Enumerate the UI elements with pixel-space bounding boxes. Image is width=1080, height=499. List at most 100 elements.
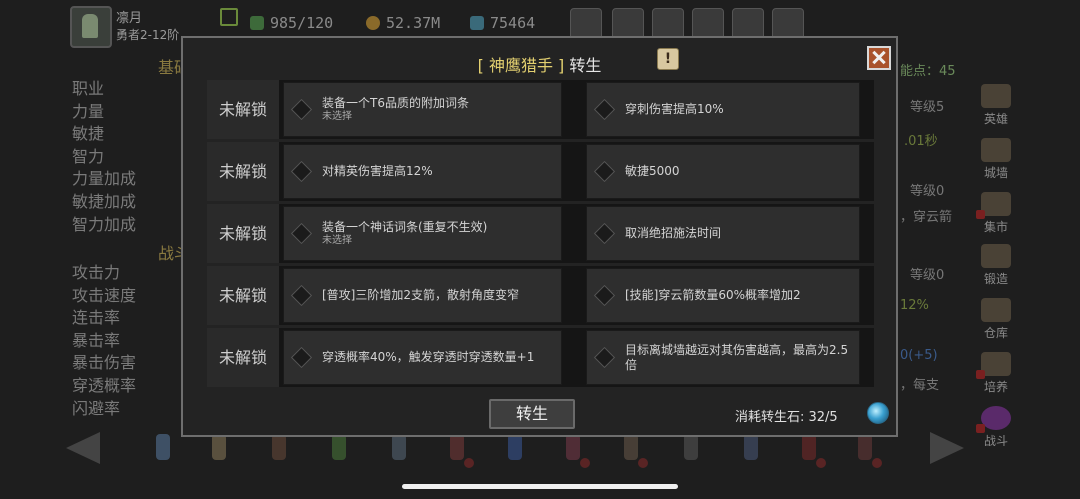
player-name: 凛月	[116, 11, 143, 26]
edit-icon[interactable]	[220, 8, 238, 26]
stat-label: 敏捷	[72, 124, 105, 144]
option-text: 装备一个神话词条(重复不生效)	[322, 220, 488, 234]
portal-icon	[981, 406, 1011, 430]
side-button-market[interactable]: 集市	[976, 192, 1016, 238]
option-text: 取消绝招施法时间	[625, 226, 722, 240]
option-subtext: 未选择	[322, 235, 352, 246]
right-info-text: ，穿云箭	[900, 210, 953, 225]
rebirth-option[interactable]: 装备一个T6品质的附加词条 未选择	[283, 82, 562, 137]
diamond-icon	[593, 160, 616, 183]
player-avatar[interactable]	[70, 6, 112, 48]
training-icon	[981, 352, 1011, 376]
alert-icon	[464, 458, 474, 468]
stat-label: 闪避率	[72, 398, 121, 418]
dialog-title: [ 神鹰猎手 ] 转生	[477, 56, 602, 75]
option-text: 敏捷5000	[625, 164, 680, 178]
locked-label: 未解锁	[207, 80, 279, 139]
rebirth-option[interactable]: 穿透概率40%，触发穿透时穿透数量+1	[283, 330, 562, 385]
right-info-text: 0(+5)	[900, 348, 938, 363]
diamond-icon	[290, 346, 313, 369]
rebirth-options-list: 未解锁 装备一个T6品质的附加词条 未选择 穿刺伤害提高10% 未解锁 对精英伤害…	[207, 80, 874, 390]
locked-label: 未解锁	[207, 328, 279, 387]
rebirth-option[interactable]: [技能]穿云箭数量60%概率增加2	[586, 268, 860, 323]
side-button-train[interactable]: 培养	[976, 352, 1016, 398]
market-icon	[981, 192, 1011, 216]
chest-icon	[981, 298, 1011, 322]
diamond-icon	[290, 98, 313, 121]
option-text: 对精英伤害提高12%	[322, 164, 433, 178]
stat-label: 攻击速度	[72, 285, 137, 305]
class-name: 神鹰猎手	[488, 56, 553, 75]
alert-icon	[638, 458, 648, 468]
side-button-hero[interactable]: 英雄	[976, 84, 1016, 130]
rebirth-option[interactable]: 穿刺伤害提高10%	[586, 82, 860, 137]
rebirth-stone-cost: 消耗转生石: 32/5	[735, 410, 838, 425]
hero-portrait[interactable]	[146, 428, 180, 468]
diamond-icon	[593, 98, 616, 121]
option-text: [普攻]三阶增加2支箭，散射角度变窄	[322, 288, 519, 302]
rebirth-option[interactable]: [普攻]三阶增加2支箭，散射角度变窄	[283, 268, 562, 323]
side-button-storage[interactable]: 仓库	[976, 298, 1016, 344]
right-info-text: 等级5	[910, 100, 945, 115]
rebirth-option[interactable]: 装备一个神话词条(重复不生效) 未选择	[283, 206, 562, 261]
stat-label: 连击率	[72, 308, 121, 328]
right-info-text: .01秒	[904, 134, 938, 149]
stat-label: 智力	[72, 146, 105, 166]
rebirth-row: 未解锁 装备一个T6品质的附加词条 未选择 穿刺伤害提高10%	[207, 80, 874, 139]
energy-icon	[250, 16, 264, 30]
locked-label: 未解锁	[207, 204, 279, 263]
option-text: 目标离城墙越远对其伤害越高，最高为2.5倍	[625, 342, 849, 372]
gem-icon	[470, 16, 484, 30]
rebirth-option[interactable]: 取消绝招施法时间	[586, 206, 860, 261]
alert-icon	[816, 458, 826, 468]
locked-label: 未解锁	[207, 266, 279, 325]
alert-badge	[976, 424, 985, 433]
rebirth-row: 未解锁 [普攻]三阶增加2支箭，散射角度变窄 [技能]穿云箭数量60%概率增加2	[207, 266, 874, 325]
option-text: 穿刺伤害提高10%	[625, 102, 724, 116]
energy-counter: 985/120	[250, 14, 333, 32]
diamond-icon	[593, 284, 616, 307]
combat-stats-list: 攻击力 攻击速度 连击率 暴击率 暴击伤害 穿透概率 闪避率	[72, 262, 136, 420]
arrow-right-icon[interactable]	[930, 432, 964, 464]
gold-counter: 52.37M	[366, 14, 440, 32]
diamond-icon	[290, 222, 313, 245]
alert-icon	[580, 458, 590, 468]
diamond-icon	[593, 346, 616, 369]
side-button-wall[interactable]: 城墙	[976, 138, 1016, 184]
stat-label: 敏捷加成	[72, 191, 137, 211]
right-info-text: 等级0	[910, 184, 945, 199]
stat-label: 攻击力	[72, 263, 121, 282]
locked-label: 未解锁	[207, 142, 279, 201]
right-info-text: ，每支	[900, 378, 940, 393]
option-text: 装备一个T6品质的附加词条	[322, 96, 469, 110]
side-button-battle[interactable]: 战斗	[976, 406, 1016, 452]
option-text: [技能]穿云箭数量60%概率增加2	[625, 288, 801, 302]
rebirth-row: 未解锁 穿透概率40%，触发穿透时穿透数量+1 目标离城墙越远对其伤害越高，最高…	[207, 328, 874, 387]
close-button[interactable]	[867, 46, 891, 70]
gem-counter: 75464	[470, 14, 535, 32]
stat-label: 力量	[72, 101, 105, 121]
diamond-icon	[290, 284, 313, 307]
gold-coin-icon	[366, 16, 380, 30]
arrow-left-icon[interactable]	[66, 432, 100, 464]
stat-label: 职业	[72, 79, 105, 98]
alert-icon	[872, 458, 882, 468]
rebirth-button[interactable]: 转生	[489, 399, 575, 429]
option-subtext: 未选择	[322, 111, 352, 122]
alert-badge	[976, 370, 985, 379]
side-button-forge[interactable]: 锻造	[976, 244, 1016, 290]
info-icon[interactable]: !	[657, 48, 679, 70]
rebirth-option[interactable]: 目标离城墙越远对其伤害越高，最高为2.5倍	[586, 330, 860, 385]
diamond-icon	[593, 222, 616, 245]
rebirth-option[interactable]: 对精英伤害提高12%	[283, 144, 562, 199]
player-rank: 勇者2-12阶	[116, 28, 180, 42]
home-indicator[interactable]	[402, 484, 678, 489]
option-text: 穿透概率40%，触发穿透时穿透数量+1	[322, 350, 535, 364]
anvil-icon	[981, 244, 1011, 268]
rebirth-option[interactable]: 敏捷5000	[586, 144, 860, 199]
title-suffix: 转生	[569, 56, 602, 75]
stat-label: 暴击率	[72, 330, 121, 350]
rebirth-row: 未解锁 装备一个神话词条(重复不生效) 未选择 取消绝招施法时间	[207, 204, 874, 263]
hero-icon	[981, 84, 1011, 108]
wall-icon	[981, 138, 1011, 162]
